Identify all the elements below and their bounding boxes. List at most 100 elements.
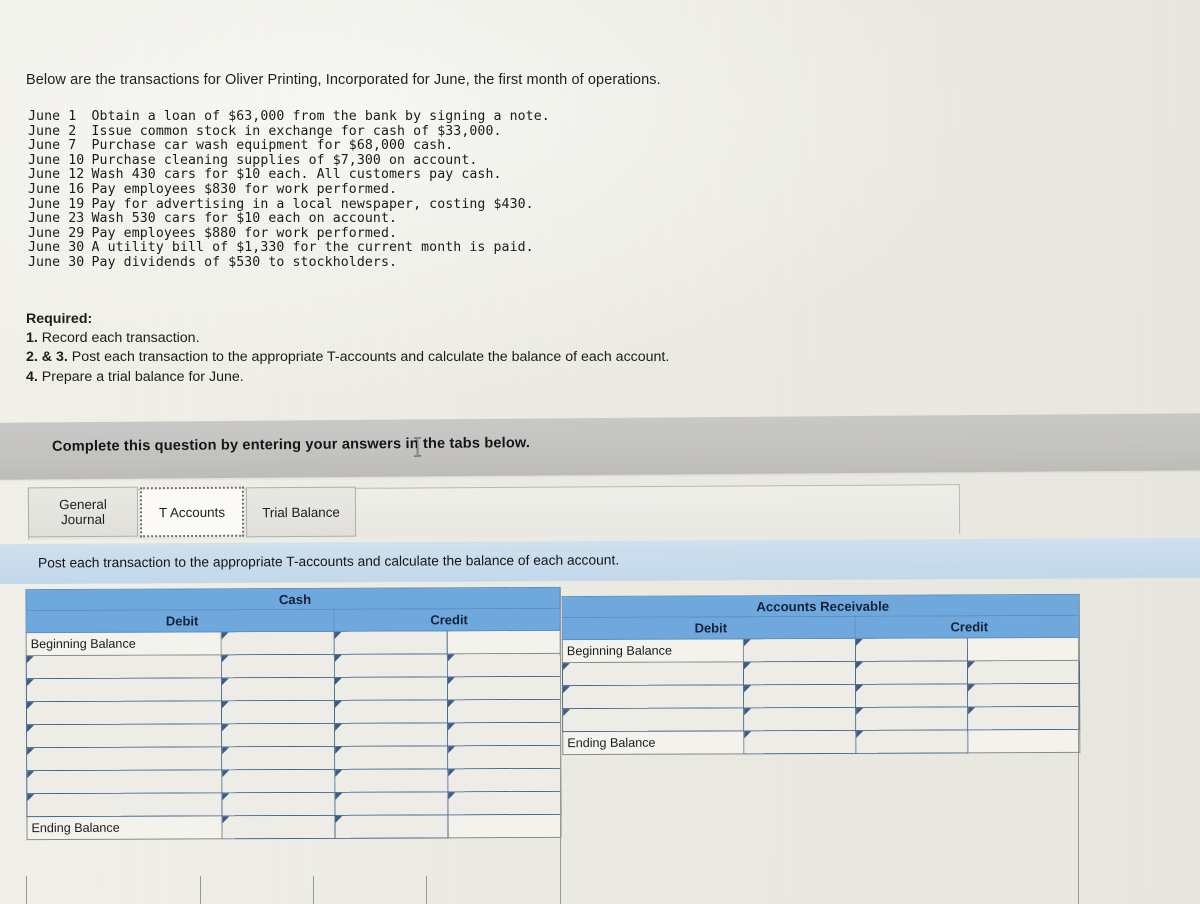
debit-label-input[interactable] — [26, 677, 222, 702]
debit-label-input[interactable] — [26, 654, 222, 679]
ending-debit-input[interactable] — [743, 730, 856, 754]
transaction-date: June 7 — [28, 138, 77, 154]
debit-label-input[interactable] — [26, 700, 222, 725]
account-title-row: Accounts Receivable — [562, 594, 1080, 618]
ending-credit-amount — [967, 729, 1080, 753]
debit-amount-input[interactable] — [221, 792, 335, 816]
debit-amount-input[interactable] — [743, 684, 856, 708]
credit-label-input[interactable] — [855, 683, 968, 708]
tab-t-accounts[interactable]: T Accounts — [139, 486, 245, 538]
debit-amount-input[interactable] — [743, 707, 856, 731]
table-row — [26, 791, 561, 817]
table-row — [26, 745, 561, 771]
transaction-description: Issue common stock in exchange for cash … — [91, 123, 502, 139]
debit-amount-input[interactable] — [221, 654, 335, 678]
debit-amount-input[interactable] — [221, 723, 335, 747]
transaction-date: June 2 — [28, 123, 77, 139]
transaction-description: Wash 530 cars for $10 each on account. — [91, 211, 398, 227]
transaction-date: June 19 — [28, 196, 85, 212]
debit-label-input[interactable] — [26, 769, 222, 794]
transaction-date: June 30 — [28, 240, 85, 256]
transaction-row: June 29 Pay employees $880 for work perfo… — [28, 226, 550, 242]
table-row — [562, 683, 1080, 709]
credit-amount-input[interactable] — [447, 791, 561, 815]
table-row: Beginning Balance — [26, 630, 561, 656]
cash-debit-header: Debit — [26, 609, 335, 633]
credit-label-input[interactable] — [334, 722, 448, 747]
tab-trial-balance[interactable]: Trial Balance — [245, 486, 357, 538]
transaction-description: Pay dividends of $530 to stockholders. — [91, 254, 398, 270]
debit-label-input[interactable] — [562, 684, 744, 709]
table-row — [26, 676, 561, 702]
transaction-list: June 1 Obtain a loan of $63,000 from the … — [28, 109, 550, 271]
credit-amount-input[interactable] — [967, 683, 1080, 707]
transaction-date: June 10 — [28, 152, 85, 168]
ending-credit-input[interactable] — [334, 814, 449, 839]
tab-general-journal-line2: Journal — [61, 511, 106, 528]
required-item-3-text: Prepare a trial balance for June. — [37, 368, 244, 385]
credit-amount-input[interactable] — [447, 745, 561, 769]
credit-label-input[interactable] — [855, 660, 968, 685]
account-title-row: Cash — [25, 587, 561, 611]
transaction-row: June 10 Purchase cleaning supplies of $7,… — [28, 152, 550, 169]
debit-amount-input[interactable] — [221, 769, 335, 793]
credit-label-input[interactable] — [334, 676, 448, 701]
beginning-credit-amount — [967, 637, 1080, 661]
credit-amount-input[interactable] — [447, 768, 561, 792]
credit-label-input[interactable] — [334, 791, 448, 816]
transaction-description: Pay for advertising in a local newspaper… — [91, 196, 534, 212]
accounts-receivable-ending-balance-label: Ending Balance — [562, 730, 744, 755]
beginning-debit-input[interactable] — [221, 631, 335, 655]
table-row: Beginning Balance — [562, 637, 1080, 663]
required-heading: Required: — [26, 311, 93, 327]
debit-amount-input[interactable] — [221, 677, 335, 701]
transaction-description: Wash 430 cars for $10 each. All customer… — [91, 167, 502, 183]
table-row — [26, 699, 561, 725]
debit-label-input[interactable] — [562, 661, 744, 686]
beginning-credit-input[interactable] — [334, 630, 448, 655]
debit-amount-input[interactable] — [221, 746, 335, 770]
cash-credit-header: Credit — [334, 608, 561, 632]
transaction-row: June 16 Pay employees $830 for work perfo… — [28, 181, 550, 198]
credit-label-input[interactable] — [334, 745, 448, 770]
transaction-date: June 23 — [28, 211, 85, 227]
debit-label-input[interactable] — [562, 707, 744, 732]
t-account-accounts-receivable: Accounts Receivable Debit Credit Beginning … — [561, 593, 1081, 756]
transaction-description: Pay employees $830 for work performed. — [91, 181, 398, 197]
table-row: Ending Balance — [26, 814, 562, 840]
transaction-row: June 23 Wash 530 cars for $10 each on acc… — [28, 211, 550, 227]
credit-amount-input[interactable] — [967, 660, 1080, 684]
credit-amount-input[interactable] — [447, 653, 561, 677]
beginning-debit-input[interactable] — [743, 638, 856, 662]
debit-amount-input[interactable] — [221, 700, 335, 724]
beginning-credit-input[interactable] — [855, 637, 968, 662]
debit-label-input[interactable] — [26, 792, 222, 817]
credit-label-input[interactable] — [334, 653, 448, 678]
credit-amount-input[interactable] — [447, 699, 561, 723]
required-item-2-number: 2. & 3. — [26, 349, 68, 366]
tab-general-journal[interactable]: General Journal — [27, 486, 139, 538]
required-item-1-text: Record each transaction. — [37, 330, 200, 347]
table-row — [562, 706, 1080, 732]
credit-label-input[interactable] — [334, 699, 448, 724]
debit-amount-input[interactable] — [743, 661, 856, 685]
credit-amount-input[interactable] — [447, 722, 561, 746]
credit-amount-input[interactable] — [447, 676, 561, 700]
required-item-3-number: 4. — [26, 368, 38, 385]
cash-beginning-balance-label: Beginning Balance — [26, 631, 222, 656]
ar-table-right-rule — [1078, 595, 1079, 904]
ending-credit-amount — [447, 814, 562, 838]
required-item-2: 2. & 3. Post each transaction to the app… — [26, 348, 669, 367]
cash-ending-balance-label: Ending Balance — [26, 815, 223, 840]
credit-amount-input[interactable] — [967, 706, 1080, 730]
table-row — [26, 653, 561, 679]
required-item-1: 1. Record each transaction. — [26, 329, 669, 348]
transaction-row: June 7 Purchase car wash equipment for $6… — [28, 138, 550, 154]
debit-label-input[interactable] — [26, 746, 222, 771]
ending-credit-input[interactable] — [855, 729, 968, 754]
ending-debit-input[interactable] — [221, 815, 336, 839]
credit-label-input[interactable] — [855, 706, 968, 731]
debit-label-input[interactable] — [26, 723, 222, 748]
credit-label-input[interactable] — [334, 768, 448, 793]
cash-col1-rule — [200, 876, 201, 904]
